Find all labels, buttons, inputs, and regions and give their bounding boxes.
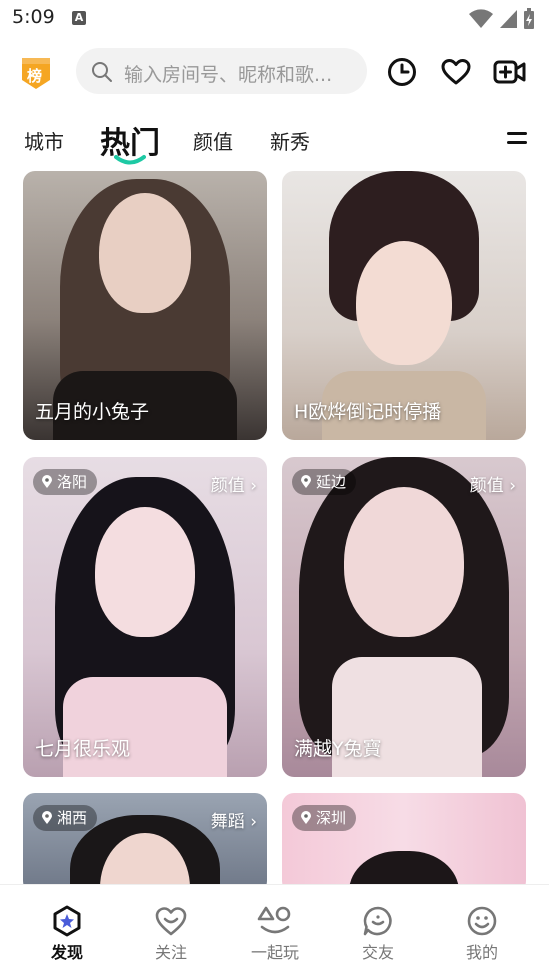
start-live-button[interactable] bbox=[493, 56, 526, 88]
location-label: 湘西 bbox=[57, 809, 88, 827]
history-button[interactable] bbox=[386, 56, 418, 88]
room-name: 五月的小兔子 bbox=[35, 401, 150, 423]
top-header: 榜 输入房间号、昵称和歌... bbox=[0, 44, 549, 98]
location-label: 延边 bbox=[316, 473, 347, 491]
smile-icon bbox=[467, 906, 497, 936]
location-label: 深圳 bbox=[316, 809, 347, 827]
tab-newcomer[interactable]: 新秀 bbox=[270, 126, 310, 155]
category-link[interactable]: 舞蹈 › bbox=[211, 807, 257, 832]
category-link[interactable]: 颜值 › bbox=[211, 471, 257, 496]
system-icons bbox=[469, 8, 535, 30]
live-room-card[interactable]: 五月的小兔子 bbox=[23, 171, 267, 440]
bottom-navigation: 发现 关注 一起玩 交友 我的 bbox=[0, 884, 549, 978]
search-placeholder: 输入房间号、昵称和歌... bbox=[124, 64, 333, 86]
room-name: 七月很乐观 bbox=[35, 738, 131, 760]
shapes-icon bbox=[257, 906, 291, 934]
favorites-button[interactable] bbox=[440, 56, 472, 88]
ranking-badge-label: 榜 bbox=[27, 67, 43, 85]
status-time: 5:09 bbox=[12, 6, 55, 28]
nav-label: 我的 bbox=[465, 943, 498, 962]
nav-discover[interactable]: 发现 bbox=[27, 905, 107, 963]
battery-icon bbox=[524, 8, 534, 29]
nav-follow[interactable]: 关注 bbox=[131, 905, 211, 963]
category-link[interactable]: 颜值 › bbox=[470, 471, 516, 496]
nav-label: 发现 bbox=[50, 943, 83, 962]
location-tag: 延边 bbox=[292, 469, 357, 495]
signal-icon bbox=[500, 10, 517, 28]
location-pin-icon bbox=[301, 811, 311, 824]
nav-label: 一起玩 bbox=[250, 943, 299, 962]
search-input[interactable]: 输入房间号、昵称和歌... bbox=[76, 48, 367, 94]
active-tab-indicator bbox=[114, 155, 146, 165]
ranking-badge-icon[interactable]: 榜 bbox=[20, 56, 52, 90]
live-room-card[interactable]: 深圳 bbox=[282, 793, 526, 893]
room-name: H欧烨倒记时停播 bbox=[294, 401, 442, 423]
discover-icon bbox=[53, 905, 81, 937]
follow-heart-icon bbox=[155, 907, 187, 936]
nav-label: 交友 bbox=[361, 943, 394, 962]
nav-make-friends[interactable]: 交友 bbox=[338, 905, 418, 963]
location-label: 洛阳 bbox=[57, 473, 88, 491]
live-room-card[interactable]: H欧烨倒记时停播 bbox=[282, 171, 526, 440]
room-name: 满越Y兔寶 bbox=[294, 738, 382, 760]
more-categories-icon[interactable] bbox=[507, 132, 527, 150]
notification-a-icon: A bbox=[72, 11, 86, 25]
category-tabs: 城市 热门 颜值 新秀 bbox=[0, 112, 549, 168]
location-tag: 洛阳 bbox=[33, 469, 98, 495]
live-room-card[interactable]: 延边 颜值 › 满越Y兔寶 bbox=[282, 457, 526, 777]
live-room-card[interactable]: 洛阳 颜值 › 七月很乐观 bbox=[23, 457, 267, 777]
video-add-icon bbox=[493, 60, 526, 84]
live-room-card[interactable]: 湘西 舞蹈 › bbox=[23, 793, 267, 893]
nav-profile[interactable]: 我的 bbox=[442, 905, 522, 963]
location-pin-icon bbox=[301, 475, 311, 488]
search-icon bbox=[92, 62, 112, 82]
nav-play-together[interactable]: 一起玩 bbox=[235, 905, 315, 963]
status-bar: 5:09 A bbox=[0, 0, 549, 38]
tab-city[interactable]: 城市 bbox=[24, 126, 64, 155]
location-tag: 深圳 bbox=[292, 805, 357, 831]
location-pin-icon bbox=[42, 811, 52, 824]
location-pin-icon bbox=[42, 475, 52, 488]
chat-bubble-icon bbox=[363, 906, 392, 936]
history-icon bbox=[388, 58, 416, 86]
heart-icon bbox=[441, 59, 471, 85]
tab-looks[interactable]: 颜值 bbox=[193, 126, 233, 155]
wifi-icon bbox=[469, 9, 493, 28]
nav-label: 关注 bbox=[154, 943, 187, 962]
location-tag: 湘西 bbox=[33, 805, 98, 831]
